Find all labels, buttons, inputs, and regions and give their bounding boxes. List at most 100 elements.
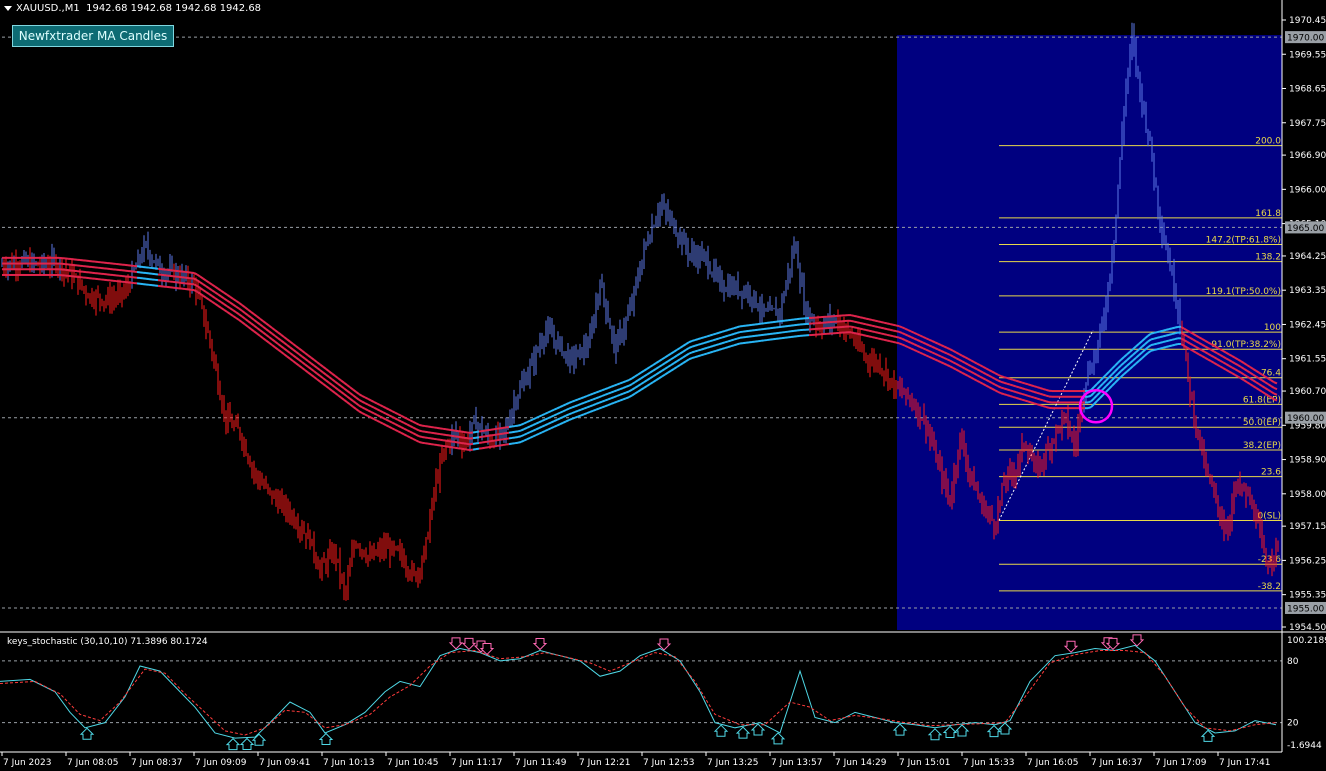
y-tick-label: 1956.25 (1289, 556, 1326, 566)
ma-ribbon-segment (364, 407, 369, 412)
ma-ribbon-segment (715, 331, 720, 335)
ma-ribbon-segment (610, 390, 615, 394)
ma-ribbon-segment (850, 314, 855, 317)
ma-ribbon-segment (580, 413, 585, 417)
ma-ribbon-segment (1153, 342, 1158, 346)
ma-ribbon-segment (577, 414, 582, 418)
ma-ribbon-segment (619, 392, 624, 396)
ma-ribbon-segment (898, 330, 903, 334)
ma-ribbon-segment (589, 398, 594, 402)
ma-ribbon-segment (907, 329, 912, 333)
ma-ribbon-segment (892, 335, 897, 338)
ma-ribbon-segment (1012, 395, 1017, 399)
ma-ribbon-segment (391, 410, 396, 414)
ma-ribbon-segment (604, 404, 609, 408)
dropdown-triangle-icon[interactable] (4, 5, 12, 11)
ma-ribbon-segment (583, 406, 588, 410)
ma-ribbon-segment (850, 325, 855, 329)
ma-ribbon-segment (958, 353, 963, 357)
trading-chart[interactable]: 200.0 161.8 147.2(TP:61.8%) 138.2 119.1(TP:5… (0, 0, 1326, 771)
ma-ribbon-segment (1174, 325, 1179, 329)
ma-ribbon-segment (373, 418, 378, 422)
x-tick-label: 7 Jun 09:41 (259, 758, 310, 768)
ma-ribbon-segment (610, 396, 615, 400)
ma-ribbon-segment (388, 414, 393, 418)
ma-ribbon-segment (865, 329, 870, 332)
ma-ribbon-segment (730, 327, 735, 331)
ma-ribbon-segment (982, 383, 987, 387)
ma-ribbon-segment (895, 330, 900, 333)
x-tick-label: 7 Jun 08:37 (131, 758, 182, 768)
ma-ribbon-segment (949, 359, 954, 364)
ma-ribbon-segment (400, 414, 405, 419)
ma-ribbon-segment (1033, 385, 1038, 389)
ma-ribbon-segment (694, 343, 699, 347)
ma-ribbon-segment (613, 395, 618, 399)
ma-ribbon-segment (733, 337, 738, 341)
ma-ribbon-segment (400, 426, 405, 430)
ma-ribbon-segment (934, 347, 939, 351)
fib-label: 119.1(TP:50.0%) (1206, 287, 1281, 297)
ma-ribbon-segment (964, 373, 969, 377)
ma-ribbon-segment (553, 418, 558, 423)
ma-ribbon-segment (373, 401, 378, 405)
ma-ribbon-segment (733, 326, 738, 330)
ma-ribbon-segment (529, 424, 534, 428)
ma-ribbon-segment (853, 332, 858, 335)
ma-ribbon-segment (400, 431, 405, 436)
stoch-y-label: -1.6944 (1287, 741, 1322, 751)
ma-ribbon-segment (985, 367, 990, 371)
level-price-label: 1960.00 (1287, 414, 1324, 424)
ma-ribbon-segment (610, 401, 615, 405)
ma-ribbon-segment (700, 353, 705, 357)
ma-ribbon-segment (616, 399, 621, 403)
ma-ribbon-segment (592, 397, 597, 401)
ma-ribbon-segment (922, 353, 927, 357)
ma-ribbon-segment (706, 345, 711, 349)
ma-ribbon-segment (697, 354, 702, 358)
ma-ribbon-segment (1000, 386, 1005, 390)
ma-ribbon-segment (967, 375, 972, 379)
ma-ribbon-segment (1171, 338, 1176, 341)
ma-ribbon-segment (370, 399, 375, 403)
ma-ribbon-segment (583, 400, 588, 404)
ma-ribbon-segment (1039, 404, 1044, 408)
ma-ribbon-segment (385, 418, 390, 422)
ma-ribbon-segment (559, 410, 564, 414)
ma-ribbon-segment (1273, 386, 1278, 391)
ma-ribbon-segment (730, 332, 735, 336)
ma-ribbon-segment (418, 440, 423, 444)
ma-ribbon-segment (694, 349, 699, 353)
ma-ribbon-segment (727, 333, 732, 337)
ma-ribbon-segment (994, 383, 999, 388)
indicator-badge-button[interactable]: Newfxtrader MA Candles (12, 25, 174, 47)
ma-ribbon-segment (985, 373, 990, 377)
ma-ribbon-segment (1171, 332, 1176, 336)
y-tick-label: 1957.15 (1289, 522, 1326, 532)
ma-ribbon-segment (592, 391, 597, 395)
fib-label: 23.6 (1261, 468, 1281, 478)
ma-ribbon-segment (553, 407, 558, 411)
ma-ribbon-segment (1036, 397, 1041, 401)
ma-ribbon-segment (940, 361, 945, 365)
ma-ribbon-segment (394, 417, 399, 421)
ma-ribbon-segment (724, 334, 729, 338)
ma-ribbon-segment (373, 412, 378, 416)
ma-ribbon-segment (1003, 393, 1008, 397)
ma-ribbon-segment (955, 351, 960, 355)
ma-ribbon-segment (1039, 387, 1044, 390)
ma-ribbon-segment (904, 327, 909, 331)
ma-ribbon-segment (625, 396, 630, 400)
ma-ribbon-segment (937, 348, 942, 352)
ma-ribbon-segment (607, 385, 612, 389)
ma-ribbon-segment (598, 406, 603, 410)
ma-ribbon-segment (973, 366, 978, 371)
ma-ribbon-segment (376, 408, 381, 412)
ma-ribbon-segment (979, 375, 984, 380)
ma-ribbon-segment (619, 381, 624, 385)
ma-ribbon-segment (556, 411, 561, 416)
x-tick-label: 7 Jun 08:05 (67, 758, 118, 768)
ma-ribbon-segment (925, 343, 930, 347)
ma-ribbon-segment (595, 401, 600, 405)
ma-ribbon-segment (727, 339, 732, 343)
